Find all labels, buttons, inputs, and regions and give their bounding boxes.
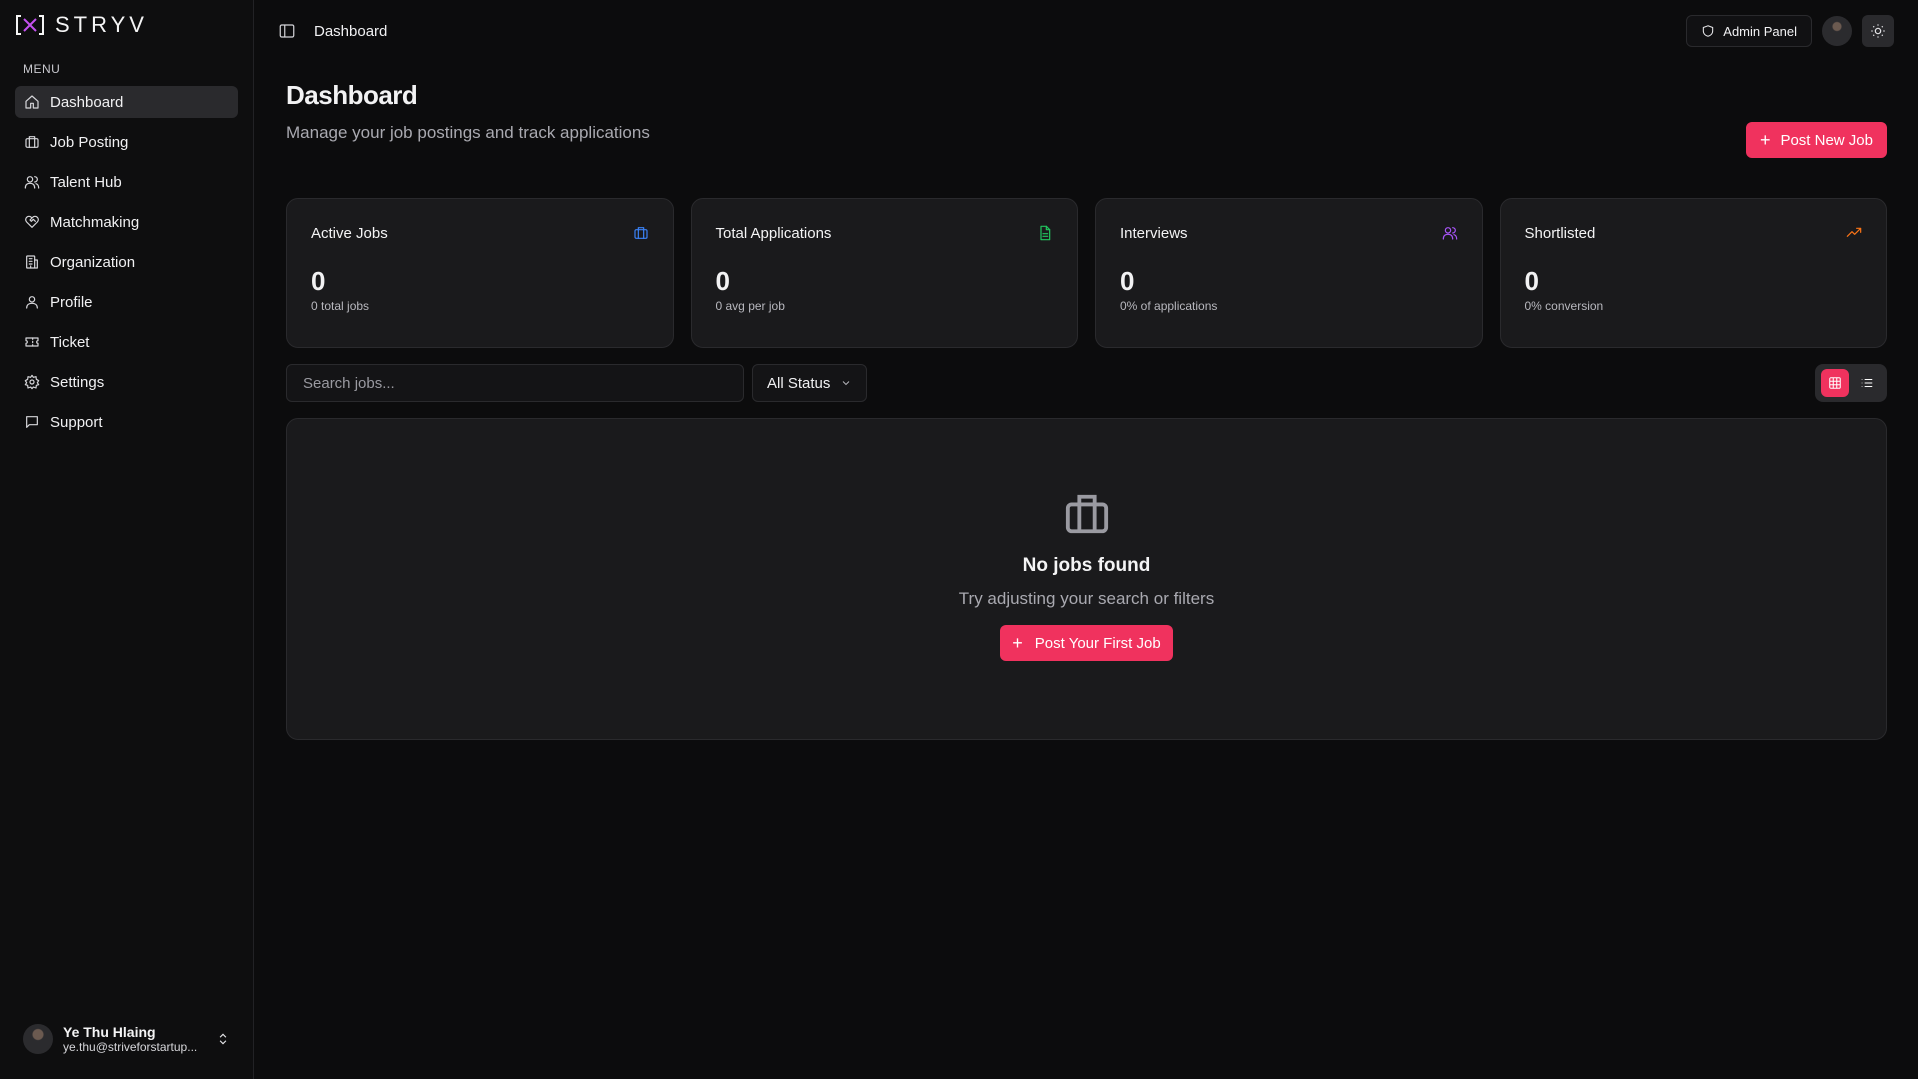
main-content: Dashboard Admin Panel Dashboard Manage y… (254, 0, 1918, 1079)
sidebar-item-support[interactable]: Support (15, 406, 238, 438)
sidebar-item-job-posting[interactable]: Job Posting (15, 126, 238, 158)
stat-value: 0 (715, 266, 730, 296)
view-mode-toggle (1815, 364, 1887, 402)
stat-card-active-jobs: Active Jobs 0 0 total jobs (286, 198, 674, 348)
post-first-job-button[interactable]: + Post Your First Job (1000, 625, 1173, 661)
chevrons-up-down-icon (219, 1033, 227, 1045)
stat-card-shortlisted: Shortlisted 0 0% conversion (1499, 198, 1887, 348)
empty-state-title: No jobs found (1022, 555, 1151, 576)
post-new-job-button[interactable]: + Post New Job (1745, 122, 1887, 158)
sidebar-item-label: Talent Hub (50, 173, 122, 191)
stat-card-total-applications: Total Applications 0 0 avg per job (690, 198, 1078, 348)
stat-value: 0 (311, 266, 326, 296)
topbar-actions: Admin Panel (1686, 15, 1894, 47)
sidebar-item-label: Matchmaking (50, 213, 140, 231)
list-view-button[interactable] (1853, 369, 1881, 397)
list-icon (1861, 378, 1873, 388)
post-first-job-label: Post Your First Job (1034, 634, 1161, 652)
sidebar-item-label: Profile (50, 293, 93, 311)
post-new-job-label: Post New Job (1780, 131, 1873, 149)
sidebar-item-label: Job Posting (50, 133, 129, 151)
page-header: Dashboard Manage your job postings and t… (286, 80, 1887, 198)
user-info: Ye Thu Hlaing ye.thu@striveforstartup... (63, 1024, 206, 1054)
user-email: ye.thu@striveforstartup... (63, 1040, 198, 1054)
stat-caption: 0 avg per job (715, 299, 785, 313)
briefcase-icon (633, 227, 648, 239)
sidebar-item-matchmaking[interactable]: Matchmaking (15, 206, 238, 238)
topbar: Dashboard Admin Panel (254, 0, 1918, 62)
stats-grid: Active Jobs 0 0 total jobs Total Applica… (286, 198, 1887, 348)
admin-panel-button[interactable]: Admin Panel (1686, 15, 1812, 47)
users-icon (1442, 227, 1457, 240)
page-subtitle: Manage your job postings and track appli… (286, 123, 650, 142)
sun-icon (1871, 24, 1885, 38)
user-name: Ye Thu Hlaing (63, 1024, 156, 1040)
empty-state: No jobs found Try adjusting your search … (286, 418, 1887, 740)
stat-title: Active Jobs (311, 225, 388, 242)
stat-caption: 0% conversion (1524, 299, 1604, 313)
sidebar-toggle-icon[interactable] (278, 22, 296, 40)
briefcase-icon (25, 136, 39, 148)
briefcase-icon (1065, 494, 1108, 534)
stat-caption: 0% of applications (1120, 299, 1218, 313)
stat-title: Interviews (1120, 225, 1188, 242)
empty-state-subtitle: Try adjusting your search or filters (958, 589, 1215, 608)
sidebar-item-settings[interactable]: Settings (15, 366, 238, 398)
avatar[interactable] (1822, 16, 1852, 46)
sidebar: STRYV MENU Dashboard Job Posting Talent … (0, 0, 254, 1079)
user-icon (26, 296, 38, 309)
handshake-icon (25, 215, 39, 228)
app: STRYV MENU Dashboard Job Posting Talent … (0, 0, 1918, 1079)
chevron-down-icon (843, 381, 850, 386)
sidebar-item-dashboard[interactable]: Dashboard (15, 86, 238, 118)
dashboard-content: Dashboard Manage your job postings and t… (286, 62, 1887, 740)
user-menu[interactable]: Ye Thu Hlaing ye.thu@striveforstartup... (15, 1017, 238, 1061)
stat-card-interviews: Interviews 0 0% of applications (1095, 198, 1483, 348)
brand-logo[interactable]: STRYV (15, 0, 238, 50)
home-icon (25, 95, 39, 109)
sidebar-item-label: Organization (50, 253, 136, 271)
shield-icon (1703, 25, 1714, 37)
sidebar-item-label: Support (50, 413, 103, 431)
breadcrumb: Dashboard (314, 22, 388, 40)
sidebar-nav: Dashboard Job Posting Talent Hub Matchma… (15, 86, 238, 438)
grid-view-button[interactable] (1821, 369, 1849, 397)
avatar (23, 1024, 53, 1054)
stat-caption: 0 total jobs (311, 299, 370, 313)
theme-toggle-button[interactable] (1862, 15, 1894, 47)
trending-up-icon (1846, 227, 1862, 237)
building-icon (26, 255, 38, 269)
sidebar-item-label: Dashboard (50, 93, 124, 111)
search-input[interactable] (286, 364, 744, 402)
ticket-icon (25, 337, 39, 347)
status-filter-select[interactable]: All Status (752, 364, 868, 402)
stat-title: Total Applications (715, 225, 832, 242)
stat-value: 0 (1524, 266, 1539, 296)
plus-icon: + (1012, 633, 1023, 653)
file-icon (1040, 225, 1051, 241)
plus-icon: + (1759, 130, 1771, 150)
logo-mark-icon (16, 15, 44, 35)
status-filter-value: All Status (767, 374, 831, 392)
menu-label: MENU (23, 62, 61, 76)
sidebar-item-talent-hub[interactable]: Talent Hub (15, 166, 238, 198)
message-icon (26, 416, 38, 428)
stat-title: Shortlisted (1524, 225, 1596, 242)
grid-icon (1829, 377, 1841, 389)
sidebar-item-ticket[interactable]: Ticket (15, 326, 238, 358)
sidebar-item-profile[interactable]: Profile (15, 286, 238, 318)
page-title: Dashboard (286, 80, 418, 110)
sidebar-item-organization[interactable]: Organization (15, 246, 238, 278)
stat-value: 0 (1120, 266, 1135, 296)
gear-icon (24, 374, 40, 390)
users-icon (24, 176, 40, 189)
admin-panel-label: Admin Panel (1723, 23, 1797, 39)
sidebar-item-label: Ticket (50, 333, 90, 351)
filters-toolbar: All Status (286, 364, 1887, 402)
brand-name: STRYV (55, 12, 148, 37)
sidebar-item-label: Settings (50, 373, 105, 391)
